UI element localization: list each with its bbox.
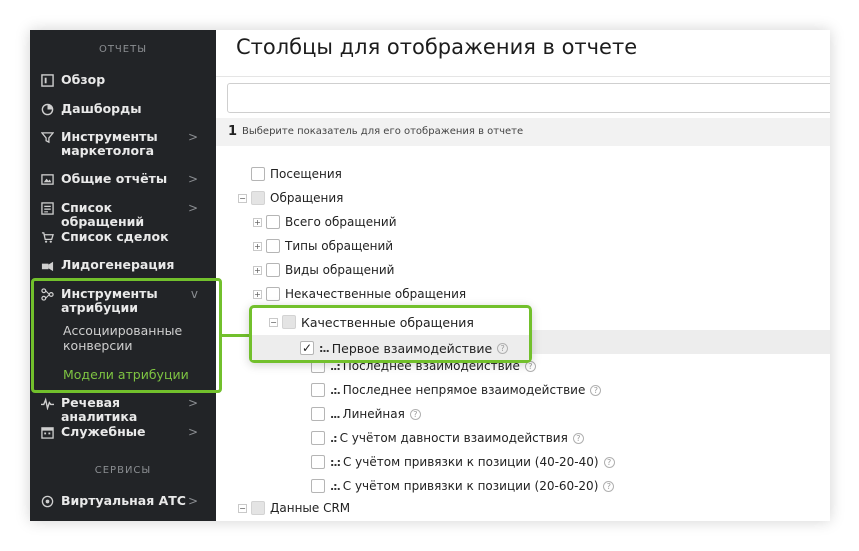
tree-item-last-indirect[interactable]: .:. Последнее непрямое взаимодействие ? [311,381,602,399]
sidebar-item-speech-analytics[interactable]: Речевая аналитика > [40,396,216,424]
checkbox[interactable] [251,191,265,205]
tree-item-crm-data[interactable]: − Данные CRM [238,499,350,517]
checkbox[interactable] [251,167,265,181]
step-bar: 1 Выберите показатель для его отображени… [216,118,830,146]
help-icon[interactable]: ? [603,456,615,468]
page-title: Столбцы для отображения в отчете [236,35,638,59]
chevron-right-icon: > [187,201,198,215]
help-icon[interactable]: ? [603,480,615,492]
checkbox[interactable] [311,479,325,493]
chevron-right-icon: > [187,130,198,144]
checkbox[interactable] [266,263,280,277]
help-icon[interactable]: ? [590,384,602,396]
checkbox[interactable] [251,501,265,515]
sidebar-item-virtual-pbx[interactable]: Виртуальная АТС > [40,494,216,508]
collapse-icon[interactable]: − [238,193,247,203]
sidebar-item-marketing-tools[interactable]: Инструменты маркетолога > [40,130,216,158]
tree-item-linear[interactable]: ... Линейная ? [311,405,421,423]
sidebar-item-deals-list[interactable]: Список сделок [40,230,216,244]
tree-item-nonquality[interactable]: + Некачественные обращения [253,285,466,303]
search-input[interactable] [227,83,830,113]
funnel-icon [40,130,54,144]
checkbox-checked[interactable]: ✓ [300,341,314,355]
globe-icon [40,494,54,508]
model-dots-icon: ... [330,407,341,421]
attribution-highlight-box [31,278,222,393]
check-icon: ✓ [301,341,313,355]
highlight-connector [222,334,252,337]
checkbox[interactable] [266,239,280,253]
cart-icon [40,230,54,244]
header-divider [216,76,830,77]
expand-icon[interactable]: + [253,265,262,275]
tree-item-requests[interactable]: − Обращения [238,189,343,207]
chevron-right-icon: > [187,425,198,439]
pie-chart-icon [40,102,54,116]
checkbox[interactable] [266,215,280,229]
checkbox[interactable] [311,383,325,397]
sidebar-item-dashboards[interactable]: Дашборды [40,102,216,116]
checkbox[interactable] [266,287,280,301]
collapse-icon[interactable]: − [269,317,278,327]
sidebar-item-leadgen[interactable]: Лидогенерация [40,258,216,272]
collapse-icon[interactable]: − [238,503,247,513]
tree-item-request-types[interactable]: + Типы обращений [253,237,393,255]
model-dots-icon: .:. [330,479,341,493]
checkbox[interactable] [282,315,296,329]
tree-item-position-20[interactable]: .:. С учётом привязки к позиции (20-60-2… [311,477,615,495]
help-icon[interactable]: ? [497,342,509,354]
section-title-services: СЕРВИСЫ [94,465,152,476]
checkbox[interactable] [311,431,325,445]
step-number: 1 [228,124,238,139]
chevron-right-icon: > [187,172,198,186]
checkbox[interactable] [311,455,325,469]
model-dots-icon: :.. [319,341,330,355]
model-dots-icon: .: [330,431,338,445]
help-icon[interactable]: ? [572,432,584,444]
list-icon [40,201,54,215]
sidebar-item-overview[interactable]: Обзор [40,73,216,87]
image-icon [40,172,54,186]
sidebar: ОТЧЕТЫ Обзор Дашборды Инструменты маркет… [30,30,216,521]
tree-item-request-kinds[interactable]: + Виды обращений [253,261,394,279]
model-dots-icon: .:. [330,383,341,397]
tree-item-quality[interactable]: − Качественные обращения [269,313,474,331]
step-text: Выберите показатель для его отображения … [242,126,524,137]
overview-icon [40,73,54,87]
sidebar-item-general-reports[interactable]: Общие отчёты > [40,172,216,186]
expand-icon[interactable]: + [253,217,262,227]
chevron-right-icon: > [187,396,198,410]
expand-icon[interactable]: + [253,289,262,299]
tree-item-total-requests[interactable]: + Всего обращений [253,213,397,231]
quality-requests-focus-card: − Качественные обращения ✓ :.. Первое вз… [249,305,532,363]
tree-item-visits[interactable]: Посещения [251,165,342,183]
checkbox[interactable] [311,407,325,421]
tree-item-time-decay[interactable]: .: С учётом давности взаимодействия ? [311,429,584,447]
section-title-reports: ОТЧЕТЫ [98,44,148,55]
main-panel: Столбцы для отображения в отчете 1 Выбер… [216,30,830,521]
tree-item-first-touch[interactable]: ✓ :.. Первое взаимодействие ? [300,339,509,357]
model-dots-icon: :.: [330,455,341,469]
help-icon[interactable]: ? [409,408,421,420]
leadgen-icon [40,258,54,272]
calendar-icon [40,425,54,439]
chevron-right-icon: > [187,494,198,508]
wave-icon [40,396,54,410]
sidebar-item-service[interactable]: Служебные > [40,425,216,439]
expand-icon[interactable]: + [253,241,262,251]
app-window: ОТЧЕТЫ Обзор Дашборды Инструменты маркет… [30,30,830,521]
tree-item-position-40[interactable]: :.: С учётом привязки к позиции (40-20-4… [311,453,615,471]
sidebar-item-requests-list[interactable]: Список обращений > [40,201,216,229]
